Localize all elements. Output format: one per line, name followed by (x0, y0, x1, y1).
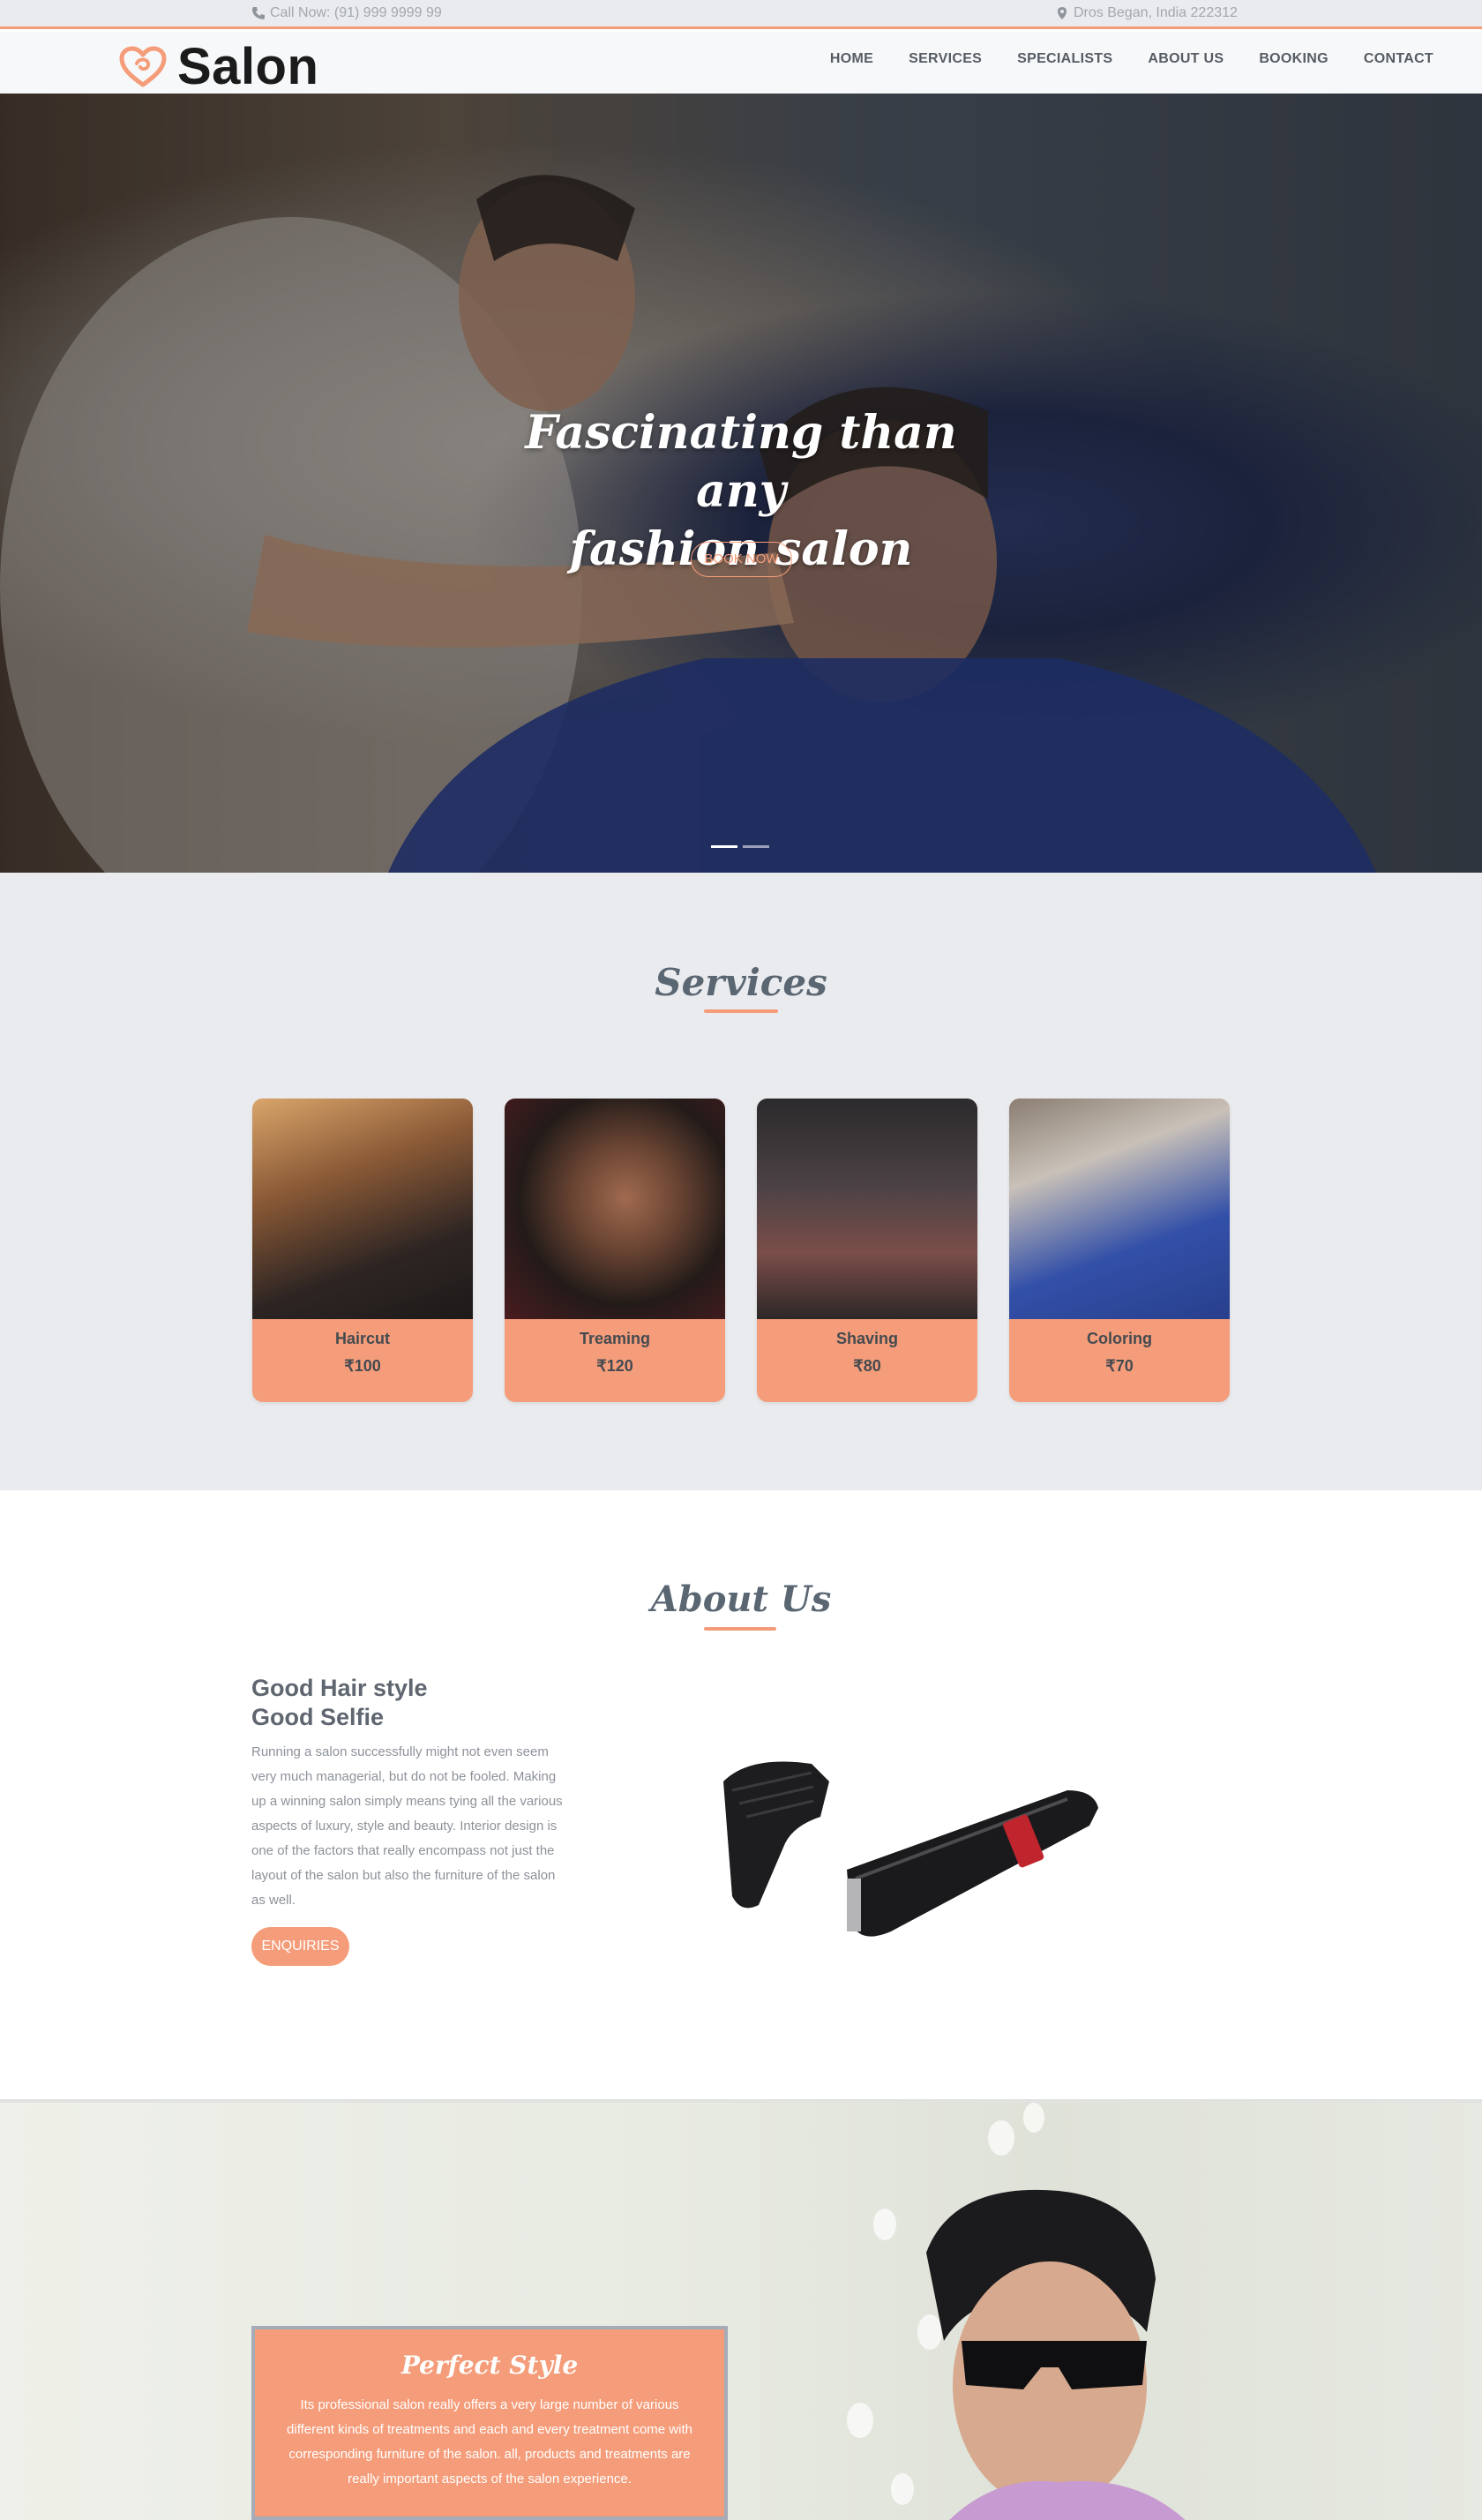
about-heading: Good Hair style Good Selfie (251, 1674, 428, 1732)
service-name: Haircut (334, 1330, 390, 1347)
service-price: ₹70 (1105, 1357, 1134, 1375)
perfect-style-title: Perfect Style (400, 2351, 579, 2380)
bokeh-light (988, 2120, 1014, 2156)
address-info: Dros Began, India 222312 (1055, 5, 1238, 21)
hair-trimmer-image (723, 1761, 1098, 1937)
map-marker-icon (1058, 7, 1067, 19)
nav-about-us[interactable]: ABOUT US (1130, 51, 1241, 67)
service-cards: Haircut ₹100 Treaming ₹120 Shaving ₹80 C… (252, 1099, 1230, 1402)
nav-booking[interactable]: BOOKING (1241, 51, 1346, 67)
hero-banner: Fascinating than any fashion salon BOOK … (0, 94, 1482, 873)
service-price: ₹120 (596, 1357, 633, 1375)
heart-logo-icon (119, 46, 167, 86)
about-heading-line1: Good Hair style (251, 1675, 428, 1701)
shaving-photo (757, 1099, 977, 1319)
service-card-treaming[interactable]: Treaming ₹120 (505, 1099, 725, 1402)
about-section: About Us Good Hair style Good Selfie Run… (0, 1490, 1482, 2099)
nav-contact[interactable]: CONTACT (1346, 51, 1451, 67)
nav-services[interactable]: SERVICES (891, 51, 999, 67)
phone-text: Call Now: (91) 999 9999 99 (270, 5, 442, 20)
nav-specialists[interactable]: SPECIALISTS (999, 51, 1130, 67)
service-price: ₹80 (853, 1357, 881, 1375)
about-heading-line2: Good Selfie (251, 1704, 385, 1730)
about-title-underline (704, 1627, 776, 1631)
model-man-image (926, 2189, 1186, 2520)
perfect-style-box: Perfect Style Its professional salon rea… (251, 2326, 728, 2520)
carousel-indicators (711, 845, 769, 848)
carousel-dot-2[interactable] (743, 845, 769, 848)
service-name: Shaving (835, 1330, 898, 1347)
services-section: Services Haircut ₹100 Treaming ₹120 Shav… (0, 873, 1482, 1490)
call-now-info[interactable]: Call Now: (91) 999 9999 99 (251, 5, 442, 21)
services-title-underline (704, 1009, 778, 1013)
phone-icon (252, 7, 265, 19)
services-title: Services (655, 961, 827, 1004)
perfect-style-text: Its professional salon really offers a v… (287, 2397, 692, 2486)
service-name: Coloring (1087, 1330, 1152, 1347)
service-card-coloring[interactable]: Coloring ₹70 (1009, 1099, 1230, 1402)
service-card-haircut[interactable]: Haircut ₹100 (252, 1099, 473, 1402)
address-text: Dros Began, India 222312 (1074, 5, 1238, 20)
carousel-dot-1[interactable] (711, 845, 737, 848)
nav-home[interactable]: HOME (812, 51, 891, 67)
service-name: Treaming (579, 1330, 651, 1347)
enquiries-button[interactable]: ENQUIRIES (251, 1927, 349, 1966)
hero-title-line1: Fascinating than any (525, 406, 957, 518)
perfect-style-section: Perfect Style Its professional salon rea… (0, 2099, 1482, 2520)
bokeh-light (847, 2403, 873, 2438)
coloring-photo (1009, 1099, 1230, 1319)
service-card-shaving[interactable]: Shaving ₹80 (757, 1099, 977, 1402)
top-info-bar: Call Now: (91) 999 9999 99 Dros Began, I… (0, 0, 1482, 29)
primary-nav: HOME SERVICES SPECIALISTS ABOUT US BOOKI… (812, 51, 1451, 67)
about-body: Running a salon successfully might not e… (251, 1744, 563, 1908)
main-navbar: Salon HOME SERVICES SPECIALISTS ABOUT US… (0, 32, 1482, 96)
brand-name: Salon (177, 38, 319, 95)
book-now-button[interactable]: BOOK NOW (691, 542, 792, 577)
treaming-photo (505, 1099, 725, 1319)
brand-logo[interactable]: Salon (119, 37, 318, 96)
service-price: ₹100 (344, 1357, 381, 1375)
haircut-photo (252, 1099, 473, 1319)
about-title: About Us (650, 1579, 832, 1620)
bokeh-light (1023, 2103, 1044, 2133)
